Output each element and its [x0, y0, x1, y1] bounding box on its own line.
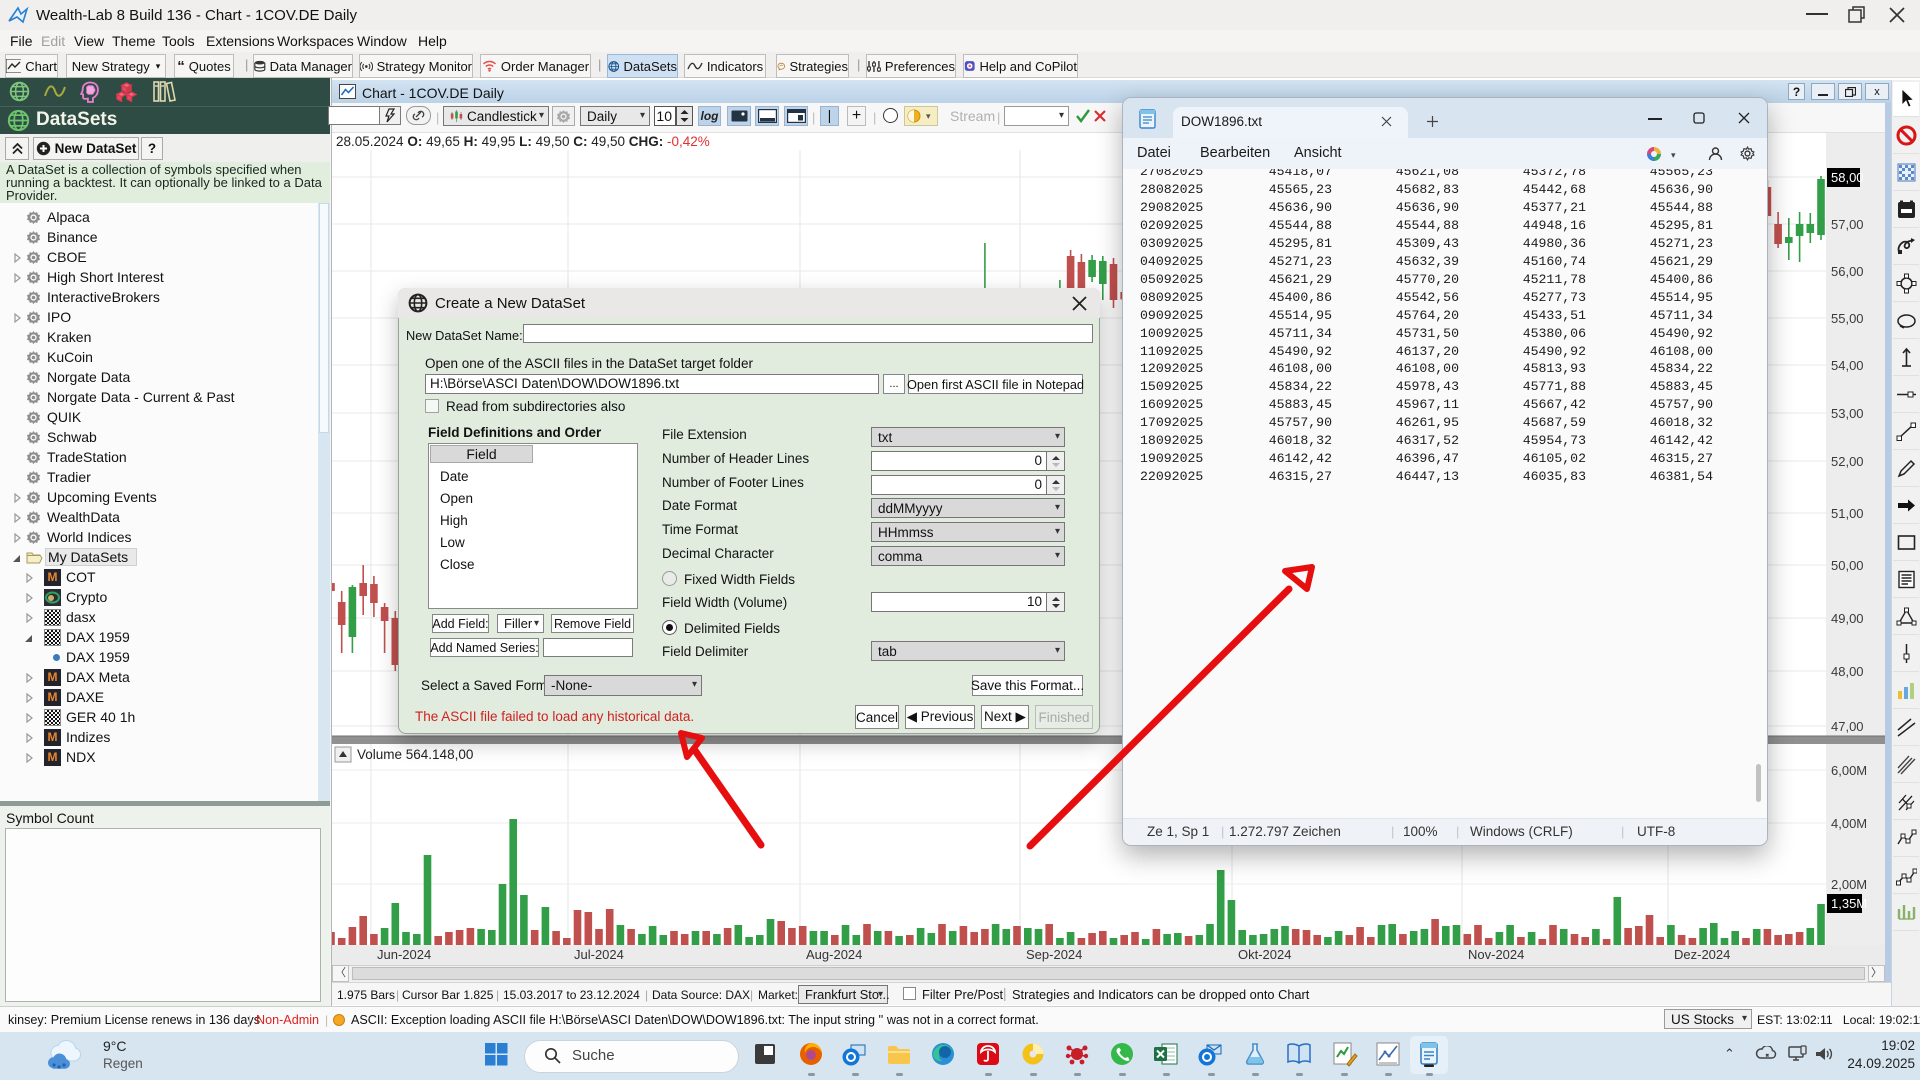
svg-text:4,00M: 4,00M	[1831, 816, 1867, 831]
svg-text:Jul-2024: Jul-2024	[574, 947, 624, 962]
svg-text:Aug-2024: Aug-2024	[806, 947, 862, 962]
svg-text:50,00: 50,00	[1831, 558, 1864, 573]
svg-text:56,00: 56,00	[1831, 264, 1864, 279]
svg-text:58,00: 58,00	[1831, 170, 1864, 185]
svg-text:48,00: 48,00	[1831, 664, 1864, 679]
svg-text:52,00: 52,00	[1831, 454, 1864, 469]
svg-text:55,00: 55,00	[1831, 311, 1864, 326]
svg-text:6,00M: 6,00M	[1831, 763, 1867, 778]
svg-text:47,00: 47,00	[1831, 719, 1864, 734]
svg-text:Volume 564.148,00: Volume 564.148,00	[357, 747, 473, 762]
svg-text:1,35M: 1,35M	[1831, 896, 1867, 911]
svg-text:Sep-2024: Sep-2024	[1026, 947, 1082, 962]
svg-text:53,00: 53,00	[1831, 406, 1864, 421]
svg-text:Dez-2024: Dez-2024	[1674, 947, 1730, 962]
svg-text:49,00: 49,00	[1831, 611, 1864, 626]
svg-text:51,00: 51,00	[1831, 506, 1864, 521]
svg-text:Okt-2024: Okt-2024	[1238, 947, 1291, 962]
svg-text:Jun-2024: Jun-2024	[377, 947, 431, 962]
svg-text:54,00: 54,00	[1831, 358, 1864, 373]
svg-text:2,00M: 2,00M	[1831, 877, 1867, 892]
svg-text:57,00: 57,00	[1831, 217, 1864, 232]
svg-text:Nov-2024: Nov-2024	[1468, 947, 1524, 962]
